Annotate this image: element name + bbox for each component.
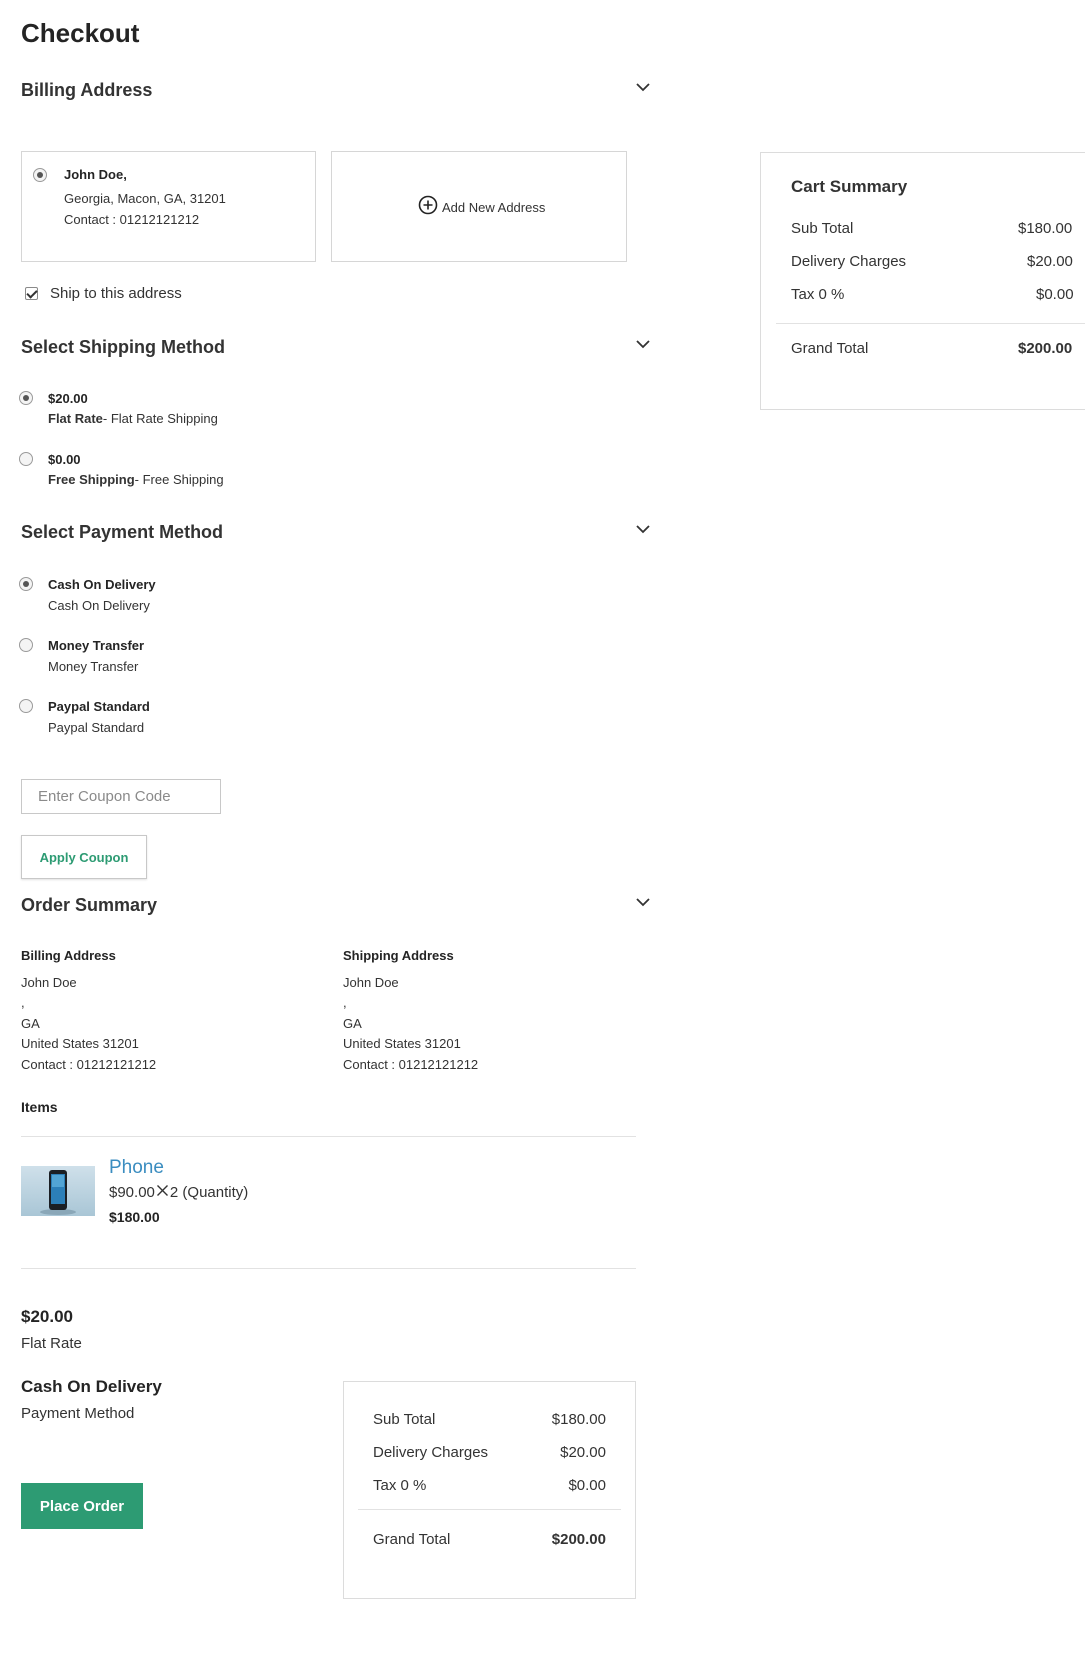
cart-grand-total-value: $200.00 bbox=[1018, 340, 1073, 357]
shipping-option-desc: Flat Rate- Flat Rate Shipping bbox=[48, 411, 218, 426]
order-billing-line2: , bbox=[21, 995, 25, 1010]
order-shipping-address: Shipping Address John Doe , GA United St… bbox=[343, 946, 478, 1075]
grand-total-value: $200.00 bbox=[551, 1531, 606, 1548]
order-billing-contact: Contact : 01212121212 bbox=[21, 1056, 157, 1072]
order-billing-address: Billing Address John Doe , GA United Sta… bbox=[21, 946, 156, 1075]
address-line: Georgia, Macon, GA, 31201 bbox=[64, 191, 226, 206]
shipping-option-price: $0.00 bbox=[48, 452, 81, 467]
tax-label: Tax 0 % bbox=[373, 1477, 427, 1494]
subtotal-label: Sub Total bbox=[373, 1411, 436, 1428]
product-name-link[interactable]: Phone bbox=[109, 1157, 164, 1179]
place-order-button[interactable]: Place Order bbox=[21, 1483, 143, 1529]
add-new-address-card[interactable]: Add New Address bbox=[331, 151, 627, 262]
product-total: $180.00 bbox=[109, 1209, 160, 1225]
divider bbox=[21, 1268, 636, 1269]
chevron-down-icon[interactable] bbox=[635, 894, 651, 910]
chevron-down-icon[interactable] bbox=[635, 521, 651, 537]
chevron-down-icon[interactable] bbox=[635, 79, 651, 95]
shipping-option-desc: Free Shipping- Free Shipping bbox=[48, 472, 224, 487]
payment-option-desc: Money Transfer bbox=[48, 659, 139, 674]
divider bbox=[21, 1136, 636, 1137]
payment-option-radio[interactable] bbox=[19, 577, 33, 591]
billing-address-card[interactable]: John Doe, Georgia, Macon, GA, 31201 Cont… bbox=[21, 151, 316, 262]
divider bbox=[358, 1509, 621, 1510]
delivery-value: $20.00 bbox=[560, 1444, 606, 1461]
address-radio[interactable] bbox=[33, 168, 47, 182]
apply-coupon-button[interactable]: Apply Coupon bbox=[21, 835, 147, 879]
cart-subtotal-label: Sub Total bbox=[791, 220, 854, 237]
payment-option-name: Paypal Standard bbox=[48, 699, 150, 714]
cart-tax-value: $0.00 bbox=[1036, 286, 1074, 303]
cart-tax-label: Tax 0 % bbox=[791, 286, 845, 303]
payment-option-name: Cash On Delivery bbox=[48, 577, 156, 592]
shipping-option-name: Flat Rate bbox=[48, 411, 103, 426]
delivery-label: Delivery Charges bbox=[373, 1444, 489, 1461]
payment-option-desc: Cash On Delivery bbox=[48, 598, 150, 613]
order-billing-heading: Billing Address bbox=[21, 948, 116, 963]
coupon-input[interactable] bbox=[21, 779, 221, 814]
shipping-option-radio[interactable] bbox=[19, 391, 33, 405]
shipping-option-detail: - Free Shipping bbox=[134, 472, 224, 487]
order-totals-box: Sub Total $180.00 Delivery Charges $20.0… bbox=[343, 1381, 636, 1599]
billing-section-title: Billing Address bbox=[21, 80, 153, 100]
cart-summary-title: Cart Summary bbox=[791, 177, 908, 196]
cart-grand-total-label: Grand Total bbox=[791, 340, 869, 357]
tax-value: $0.00 bbox=[568, 1477, 606, 1494]
cart-delivery-value: $20.00 bbox=[1027, 253, 1073, 270]
order-shipping-name: John Doe bbox=[343, 974, 399, 990]
cart-subtotal-value: $180.00 bbox=[1018, 220, 1073, 237]
shipping-option-radio[interactable] bbox=[19, 452, 33, 466]
address-name: John Doe, bbox=[64, 167, 127, 182]
product-qty: 2 (Quantity) bbox=[169, 1184, 249, 1201]
order-shipping-state: GA bbox=[343, 1015, 362, 1031]
address-contact: Contact : 01212121212 bbox=[64, 212, 200, 227]
multiply-icon bbox=[156, 1184, 169, 1201]
order-billing-state: GA bbox=[21, 1015, 40, 1031]
plus-circle-icon bbox=[418, 195, 438, 220]
order-shipping-country: United States 31201 bbox=[343, 1036, 461, 1051]
page-title: Checkout bbox=[21, 18, 140, 48]
order-shipping-contact: Contact : 01212121212 bbox=[343, 1056, 479, 1072]
product-image[interactable] bbox=[21, 1166, 95, 1216]
order-shipping-heading: Shipping Address bbox=[343, 948, 454, 963]
product-price-qty: $90.00 2 (Quantity) bbox=[109, 1184, 248, 1201]
selected-payment-name: Cash On Delivery bbox=[21, 1377, 162, 1396]
ship-to-this-label: Ship to this address bbox=[50, 285, 182, 302]
selected-payment-label: Payment Method bbox=[21, 1405, 135, 1422]
shipping-option-name: Free Shipping bbox=[48, 472, 135, 487]
ship-to-this-checkbox[interactable] bbox=[25, 287, 38, 300]
add-new-address-label: Add New Address bbox=[442, 200, 546, 215]
payment-option-radio[interactable] bbox=[19, 638, 33, 652]
cart-delivery-label: Delivery Charges bbox=[791, 253, 907, 270]
grand-total-label: Grand Total bbox=[373, 1531, 451, 1548]
order-billing-name: John Doe bbox=[21, 974, 77, 990]
shipping-option-detail: - Flat Rate Shipping bbox=[102, 411, 218, 426]
selected-shipping-price: $20.00 bbox=[21, 1307, 73, 1326]
divider bbox=[776, 323, 1085, 324]
shipping-section-title: Select Shipping Method bbox=[21, 337, 226, 357]
cart-summary-box: Cart Summary Sub Total $180.00 Delivery … bbox=[760, 152, 1085, 410]
payment-section-title: Select Payment Method bbox=[21, 522, 224, 542]
payment-option-radio[interactable] bbox=[19, 699, 33, 713]
order-billing-country: United States 31201 bbox=[21, 1036, 139, 1051]
shipping-option-price: $20.00 bbox=[48, 391, 88, 406]
payment-option-name: Money Transfer bbox=[48, 638, 145, 653]
order-summary-title: Order Summary bbox=[21, 895, 158, 915]
subtotal-value: $180.00 bbox=[551, 1411, 606, 1428]
chevron-down-icon[interactable] bbox=[635, 336, 651, 352]
order-shipping-line2: , bbox=[343, 995, 347, 1010]
items-heading: Items bbox=[21, 1099, 58, 1115]
product-unit-price: $90.00 bbox=[109, 1184, 155, 1201]
payment-option-desc: Paypal Standard bbox=[48, 720, 145, 735]
selected-shipping-name: Flat Rate bbox=[21, 1335, 82, 1352]
